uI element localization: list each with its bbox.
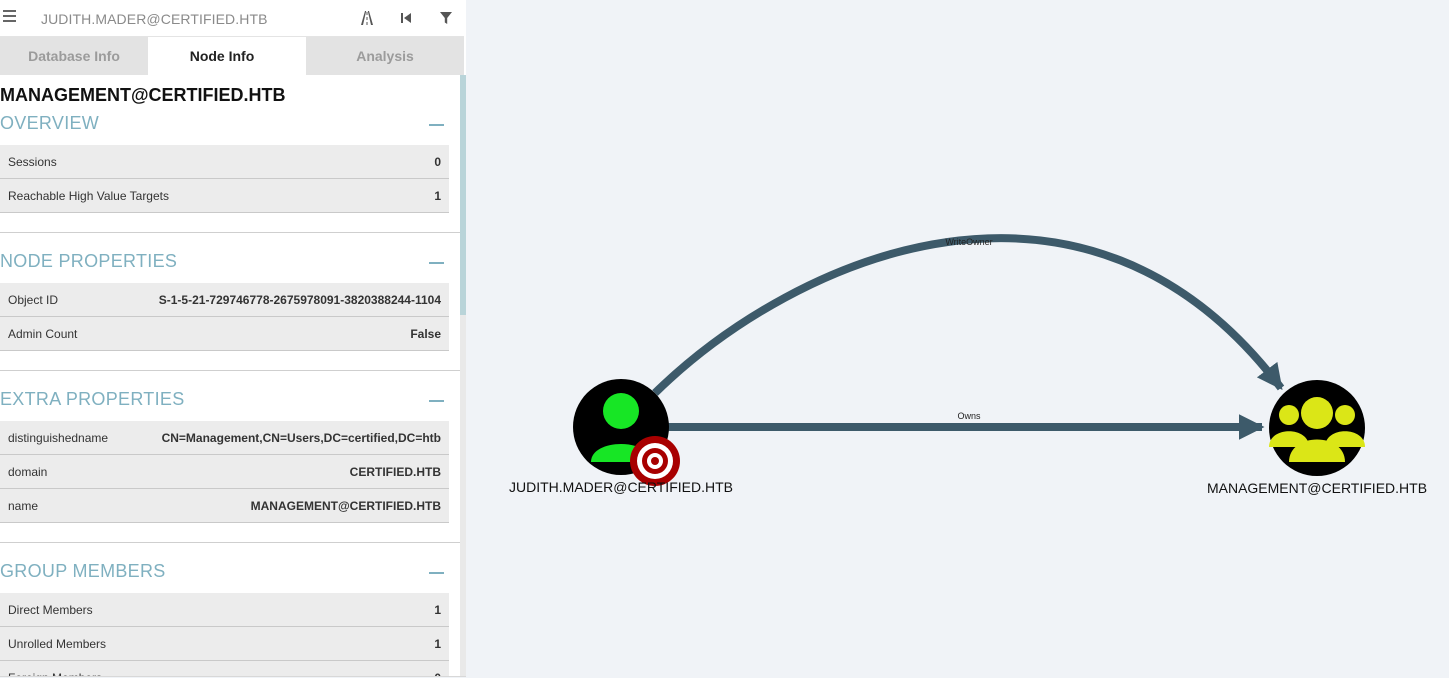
property-row: distinguishedname CN=Management,CN=Users… xyxy=(0,421,449,455)
collapse-group-members-button[interactable] xyxy=(423,561,449,585)
property-value: CN=Management,CN=Users,DC=certified,DC=h… xyxy=(161,431,441,445)
collapse-node-properties-button[interactable] xyxy=(423,251,449,275)
property-row: Object ID S-1-5-21-729746778-2675978091-… xyxy=(0,283,449,317)
section-title: GROUP MEMBERS xyxy=(0,561,166,581)
minus-icon xyxy=(429,124,444,126)
property-value: False xyxy=(410,327,441,341)
property-value[interactable]: 0 xyxy=(434,671,441,676)
property-value: MANAGEMENT@CERTIFIED.HTB xyxy=(250,499,441,513)
property-value[interactable]: 1 xyxy=(434,637,441,651)
search-bar: JUDITH.MADER@CERTIFIED.HTB xyxy=(0,0,464,37)
minus-icon xyxy=(429,262,444,264)
graph-canvas[interactable]: WriteOwner Owns JUDITH.MADER@CERTIFIED.H… xyxy=(466,0,1449,678)
section-title: OVERVIEW xyxy=(0,113,100,133)
property-key: Unrolled Members xyxy=(8,637,107,651)
section-divider xyxy=(0,370,460,371)
property-value: S-1-5-21-729746778-2675978091-3820388244… xyxy=(158,293,441,307)
section-divider xyxy=(0,542,460,543)
property-key: distinguishedname xyxy=(8,431,109,445)
node-title: MANAGEMENT@CERTIFIED.HTB xyxy=(0,85,286,105)
section-group-members: GROUP MEMBERS xyxy=(0,561,449,587)
property-row: Unrolled Members 1 xyxy=(0,627,449,661)
property-row: Reachable High Value Targets 1 xyxy=(0,179,449,213)
property-key: Foreign Members xyxy=(8,671,102,676)
section-extra-properties: EXTRA PROPERTIES xyxy=(0,389,449,415)
property-row: Sessions 0 xyxy=(0,145,449,179)
edge-label-writeowner: WriteOwner xyxy=(945,237,992,247)
tab-analysis[interactable]: Analysis xyxy=(306,37,464,75)
filter-funnel-icon[interactable] xyxy=(437,9,455,27)
property-value[interactable]: 0 xyxy=(434,155,441,169)
skip-back-icon[interactable] xyxy=(397,9,415,27)
edge-writeowner[interactable] xyxy=(652,234,1285,396)
section-overview: OVERVIEW xyxy=(0,113,449,139)
user-node[interactable] xyxy=(573,379,680,486)
tab-database-info[interactable]: Database Info xyxy=(0,37,148,75)
section-divider xyxy=(0,232,460,233)
collapse-extra-properties-button[interactable] xyxy=(423,389,449,413)
property-value[interactable]: 1 xyxy=(434,603,441,617)
node-info-panel: JUDITH.MADER@CERTIFIED.HTB Database Info… xyxy=(0,0,466,677)
edge-label-owns: Owns xyxy=(957,411,981,421)
user-node-label[interactable]: JUDITH.MADER@CERTIFIED.HTB xyxy=(509,479,733,495)
property-key: domain xyxy=(8,465,48,479)
search-input[interactable]: JUDITH.MADER@CERTIFIED.HTB xyxy=(41,11,268,27)
section-title: EXTRA PROPERTIES xyxy=(0,389,185,409)
property-key: Reachable High Value Targets xyxy=(8,189,169,203)
property-row: name MANAGEMENT@CERTIFIED.HTB xyxy=(0,489,449,523)
minus-icon xyxy=(429,400,444,402)
property-key: name xyxy=(8,499,39,513)
section-node-properties: NODE PROPERTIES xyxy=(0,251,449,277)
property-row: Foreign Members 0 xyxy=(0,661,449,676)
hamburger-menu-icon[interactable] xyxy=(3,10,16,24)
property-value[interactable]: 1 xyxy=(434,189,441,203)
property-key: Sessions xyxy=(8,155,57,169)
property-row: Admin Count False xyxy=(0,317,449,351)
pathfinding-road-icon[interactable] xyxy=(358,9,376,27)
property-key: Direct Members xyxy=(8,603,93,617)
minus-icon xyxy=(429,572,444,574)
collapse-overview-button[interactable] xyxy=(423,113,449,137)
property-value: CERTIFIED.HTB xyxy=(349,465,441,479)
tab-node-info[interactable]: Node Info xyxy=(148,37,296,75)
graph-svg: WriteOwner Owns JUDITH.MADER@CERTIFIED.H… xyxy=(509,234,1427,496)
property-row: Direct Members 1 xyxy=(0,593,449,627)
property-key: Admin Count xyxy=(8,327,78,341)
property-row: domain CERTIFIED.HTB xyxy=(0,455,449,489)
property-key: Object ID xyxy=(8,293,59,307)
section-title: NODE PROPERTIES xyxy=(0,251,178,271)
group-node-label[interactable]: MANAGEMENT@CERTIFIED.HTB xyxy=(1207,480,1427,496)
group-node[interactable] xyxy=(1269,380,1365,476)
panel-tabs: Database Info Node Info Analysis xyxy=(0,37,464,75)
